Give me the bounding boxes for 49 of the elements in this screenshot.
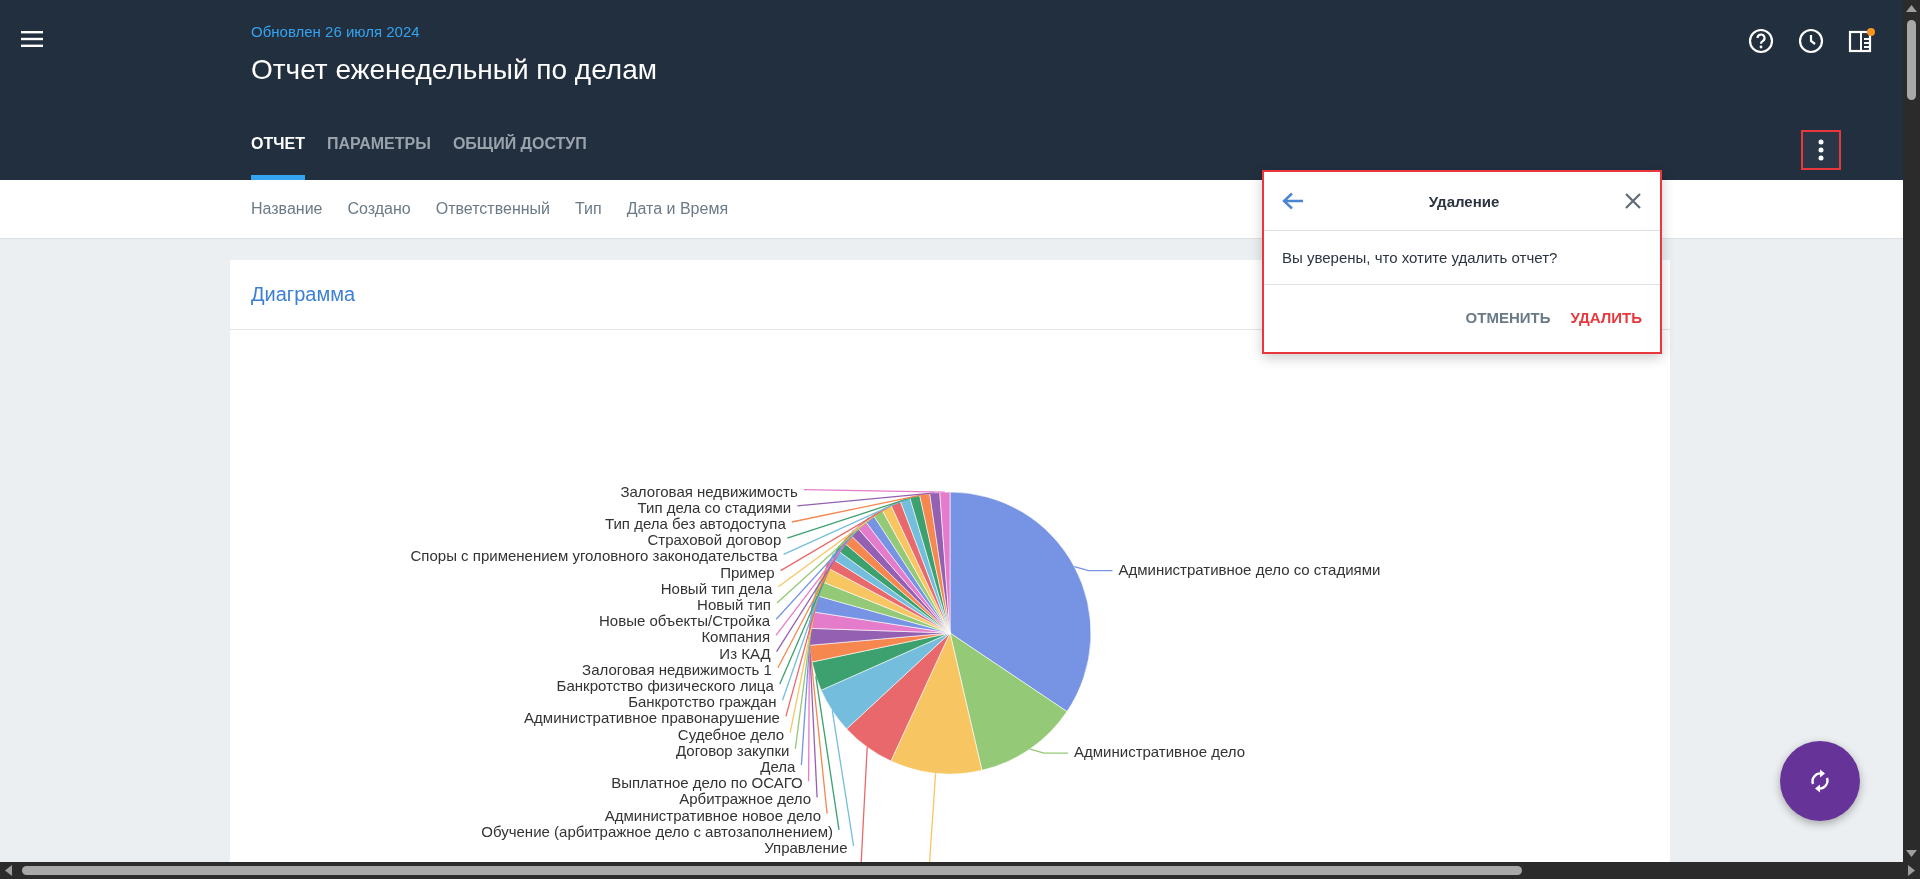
column-header[interactable]: Название xyxy=(251,200,323,218)
column-header[interactable]: Дата и Время xyxy=(626,200,729,218)
dialog-action-button[interactable]: УДАЛИТЬ xyxy=(1564,305,1648,330)
card-title: Диаграмма xyxy=(251,283,355,306)
scroll-up-icon[interactable] xyxy=(1906,5,1917,12)
chart-label: Новые объекты/Стройка xyxy=(599,612,771,630)
scrollbar-thumb[interactable] xyxy=(22,866,1522,875)
back-arrow-icon[interactable] xyxy=(1282,192,1304,210)
chart-label: Административное дело xyxy=(1074,743,1246,761)
leader-line xyxy=(1029,748,1069,754)
scrollbar-thumb[interactable] xyxy=(1907,20,1916,100)
vertical-scrollbar[interactable] xyxy=(1903,0,1920,862)
scroll-right-icon[interactable] xyxy=(1908,865,1915,876)
refresh-button[interactable] xyxy=(1780,741,1860,821)
chart-label: Административное новое дело xyxy=(604,806,822,824)
chart-label: Судебное дело xyxy=(677,725,785,743)
chart-label: Из КАД xyxy=(719,644,771,662)
leader-line xyxy=(1073,566,1114,572)
help-icon[interactable] xyxy=(1748,28,1774,54)
tab[interactable]: ОБЩИЙ ДОСТУП xyxy=(452,135,587,180)
chart-label: Арбитражное дело xyxy=(679,790,812,808)
updated-date: Обновлен 26 июля 2024 xyxy=(251,23,420,40)
scroll-left-icon[interactable] xyxy=(5,865,12,876)
dialog-action-button[interactable]: ОТМЕНИТЬ xyxy=(1459,305,1557,330)
menu-icon[interactable] xyxy=(21,31,43,47)
chart-label: Пример xyxy=(720,563,775,581)
close-icon[interactable] xyxy=(1624,192,1642,210)
horizontal-scrollbar[interactable] xyxy=(0,862,1920,879)
more-options-button[interactable] xyxy=(1801,130,1841,170)
column-header[interactable]: Создано xyxy=(347,200,411,218)
column-header[interactable]: Тип xyxy=(575,200,602,218)
chart-label: Банкротство граждан xyxy=(628,693,777,711)
scroll-down-icon[interactable] xyxy=(1906,850,1917,857)
more-icon xyxy=(1818,139,1824,161)
refresh-icon xyxy=(1809,768,1831,794)
chart-label: Компания xyxy=(701,628,771,646)
chart-label: Выплатное дело по ОСАГО xyxy=(611,774,803,792)
report-title: Отчет еженедельный по делам xyxy=(251,54,657,86)
chart-label: Административное дело со стадиями xyxy=(1118,560,1381,578)
clock-icon[interactable] xyxy=(1798,28,1824,54)
chart-label: Страховой договор xyxy=(647,531,782,549)
chart-label: Административное правонарушение xyxy=(524,709,780,727)
dialog-title: Удаление xyxy=(1428,192,1500,210)
chart-label: Споры с применением уголовного законодательства xyxy=(410,547,778,565)
column-header[interactable]: Ответственный xyxy=(435,200,550,218)
panel-icon[interactable] xyxy=(1848,27,1876,55)
chart-label: Залоговая недвижимость xyxy=(620,482,798,500)
tab[interactable]: ПАРАМЕТРЫ xyxy=(326,135,431,180)
dialog-message: Вы уверены, что хотите удалить отчет? xyxy=(1264,231,1660,285)
